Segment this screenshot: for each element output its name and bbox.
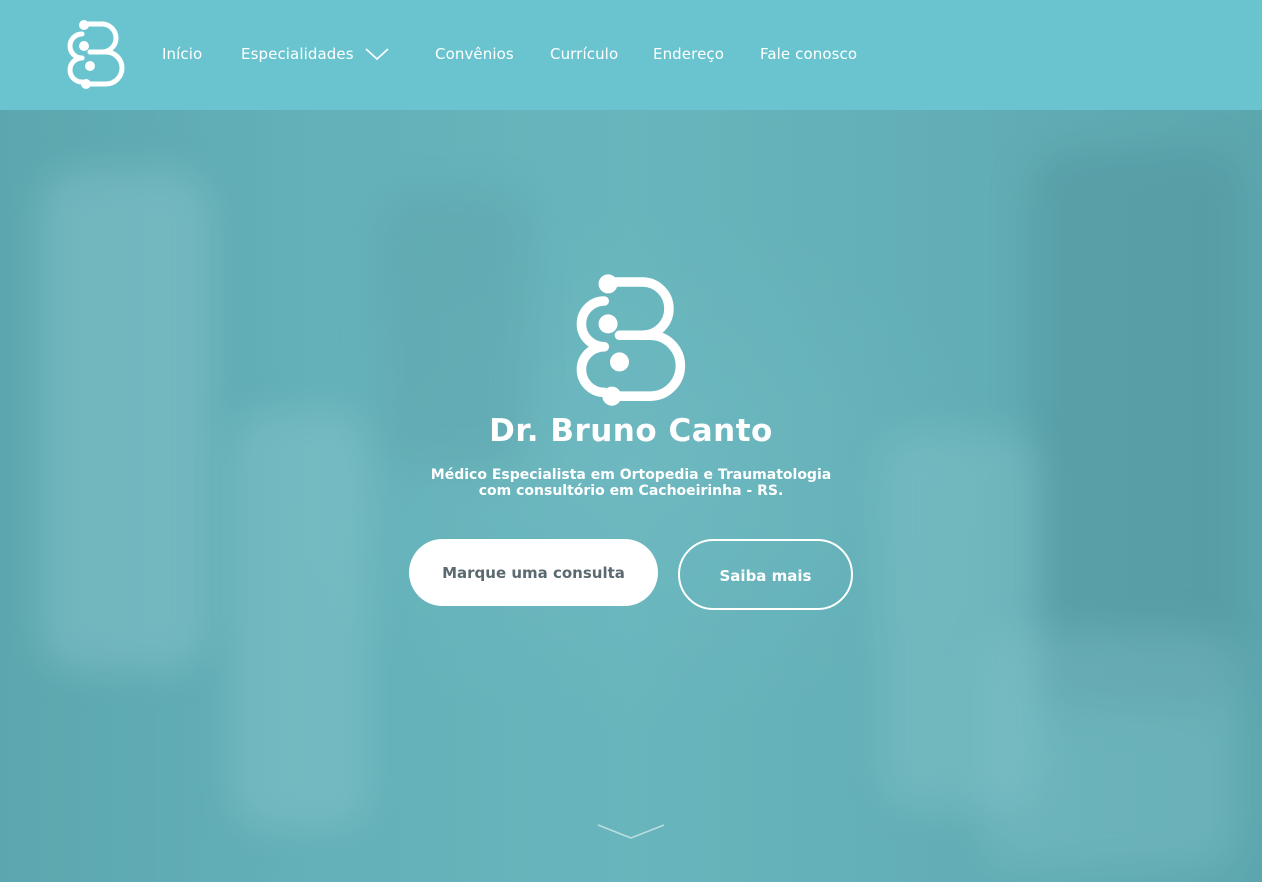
book-appointment-button[interactable]: Marque uma consulta xyxy=(409,539,658,606)
nav-item-endereco[interactable]: Endereço xyxy=(653,45,724,63)
hero-title: Dr. Bruno Canto xyxy=(489,413,773,449)
hero-section: Dr. Bruno Canto Médico Especialista em O… xyxy=(0,110,1262,882)
logo-icon[interactable] xyxy=(64,18,126,92)
chevron-down-icon[interactable] xyxy=(596,823,666,841)
nav-item-convenios[interactable]: Convênios xyxy=(435,45,514,63)
nav-item-curriculo[interactable]: Currículo xyxy=(550,45,618,63)
chevron-down-icon[interactable] xyxy=(364,46,390,62)
nav-item-fale-conosco[interactable]: Fale conosco xyxy=(760,45,857,63)
logo-icon xyxy=(576,274,686,406)
nav-item-inicio[interactable]: Início xyxy=(162,45,202,63)
navbar: Início Especialidades Convênios Currícul… xyxy=(0,0,1262,110)
learn-more-button[interactable]: Saiba mais xyxy=(678,539,853,610)
hero-subtitle: Médico Especialista em Ortopedia e Traum… xyxy=(430,467,832,499)
nav-item-especialidades[interactable]: Especialidades xyxy=(241,45,354,63)
